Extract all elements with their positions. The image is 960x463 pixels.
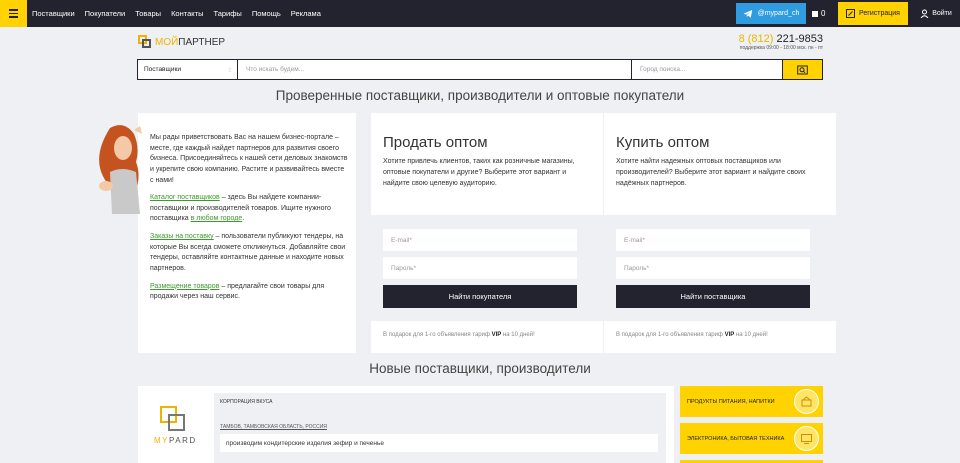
sell-email-field[interactable]: E-mail* [383,229,577,251]
register-label: Регистрация [859,10,900,17]
search-category-select[interactable]: Поставщики ⁝ [138,60,238,79]
catalog-link[interactable]: Каталог поставщиков [150,194,220,201]
find-buyer-button[interactable]: Найти покупателя [383,285,577,308]
phone-number: 221-9853 [776,33,824,45]
placement-link[interactable]: Размещение товаров [150,283,219,290]
city-input[interactable]: Город поиска... [632,60,782,79]
menu-icon[interactable] [0,0,27,27]
category-electronics[interactable]: ЭЛЕКТРОНИКА, БЫТОВАЯ ТЕХНИКА [680,423,823,454]
nav-suppliers[interactable]: Поставщики [32,9,75,18]
site-logo[interactable]: МОЙ ПАРТНЕР [138,35,225,49]
buy-email-field[interactable]: E-mail* [616,229,810,251]
search-icon [797,65,808,75]
catalog-paragraph: Каталог поставщиков – здесь Вы найдете к… [150,193,348,225]
orders-link[interactable]: Заказы на поставку [150,233,214,240]
category-food-drinks[interactable]: ПРОДУКТЫ ПИТАНИЯ, НАПИТКИ [680,386,823,417]
top-navbar: Поставщики Покупатели Товары Контакты Та… [0,0,960,27]
buy-description: Хотите найти надежных оптовых поставщико… [616,158,806,187]
mascot-woman-image [99,125,142,214]
supplier-name[interactable]: КОРПОРАЦИЯ ВКУСА [220,399,273,405]
buy-title: Купить оптом [616,134,710,151]
welcome-intro: Мы рады приветствовать Вас на нашем бизн… [150,134,348,184]
register-button[interactable]: Регистрация [838,2,908,25]
orders-paragraph: Заказы на поставку – пользователи публик… [150,232,348,275]
nav-tariffs[interactable]: Тарифы [213,9,241,18]
sell-gift-note: В подарок для 1-го объявления тариф VIP … [383,332,535,338]
logo-icon [138,35,152,49]
food-icon [794,389,819,414]
nav-help[interactable]: Помощь [252,9,281,18]
supplier-logo-text-a: MY [154,436,169,445]
buy-wholesale-card: Купить оптом Хотите найти надежных оптов… [604,113,836,353]
search-category-value: Поставщики [144,66,181,73]
any-city-link[interactable]: в любом городе [191,215,243,222]
search-bar: Поставщики ⁝ Что искать будем... Город п… [137,59,823,80]
nav-buyers[interactable]: Покупатели [85,9,126,18]
catalog-end: . [242,215,245,223]
nav-ads[interactable]: Реклама [291,9,321,18]
sell-wholesale-card: Продать оптом Хотите привлечь клиентов, … [371,113,603,353]
supplier-info: КОРПОРАЦИЯ ВКУСА ТАМБОВ, ТАМБОВСКАЯ ОБЛА… [214,393,666,463]
messages-button[interactable]: 0 [812,3,832,24]
search-button[interactable] [782,60,822,79]
buy-password-field[interactable]: Пароль* [616,257,810,279]
welcome-card: Мы рады приветствовать Вас на нашем бизн… [138,113,356,353]
edit-icon [846,9,856,18]
main-nav: Поставщики Покупатели Товары Контакты Та… [32,0,321,27]
login-button[interactable]: Войти [914,3,958,24]
support-phone[interactable]: 8 (812) 221-9853 [739,33,823,45]
appliance-icon [794,426,819,451]
supplier-logo: MYPARD [152,406,198,450]
supplier-card[interactable]: MYPARD КОРПОРАЦИЯ ВКУСА ТАМБОВ, ТАМБОВСК… [138,386,674,463]
sell-password-field[interactable]: Пароль* [383,257,577,279]
buy-gift-note: В подарок для 1-го объявления тариф VIP … [616,332,768,338]
logo-text-my: МОЙ [155,36,179,48]
telegram-button[interactable]: @mypard_ch [736,3,806,24]
new-suppliers-title: Новые поставщики, производители [369,361,591,376]
category-label: ЭЛЕКТРОНИКА, БЫТОВАЯ ТЕХНИКА [687,435,785,442]
nav-products[interactable]: Товары [135,9,161,18]
logo-text-partner: ПАРТНЕР [178,36,226,48]
supplier-logo-text-b: PARD [169,436,197,445]
login-label: Войти [932,10,952,17]
search-input[interactable]: Что искать будем... [238,60,632,79]
sell-title: Продать оптом [383,134,488,151]
category-label: ПРОДУКТЫ ПИТАНИЯ, НАПИТКИ [687,398,775,405]
telegram-handle: @mypard_ch [757,10,800,17]
phone-code: 8 (812) [738,33,774,45]
telegram-icon [743,9,752,18]
placement-paragraph: Размещение товаров – предлагайте свои то… [150,282,348,303]
messages-count: 0 [821,9,826,18]
sell-description: Хотите привлечь клиентов, таких как розн… [383,158,575,187]
support-hours: поддержка 09:00 - 18:00 мск. пн - пт [739,45,823,51]
find-supplier-button[interactable]: Найти поставщика [616,285,810,308]
user-icon [920,9,929,18]
supplier-location[interactable]: ТАМБОВ, ТАМБОВСКАЯ ОБЛАСТЬ, РОССИЯ [220,424,327,430]
nav-contacts[interactable]: Контакты [171,9,203,18]
supplier-description: производим кондитерские изделия зефир и … [220,434,658,452]
message-icon [812,10,818,17]
page-headline: Проверенные поставщики, производители и … [275,88,685,103]
select-divider-icon: ⁝ [228,66,231,74]
